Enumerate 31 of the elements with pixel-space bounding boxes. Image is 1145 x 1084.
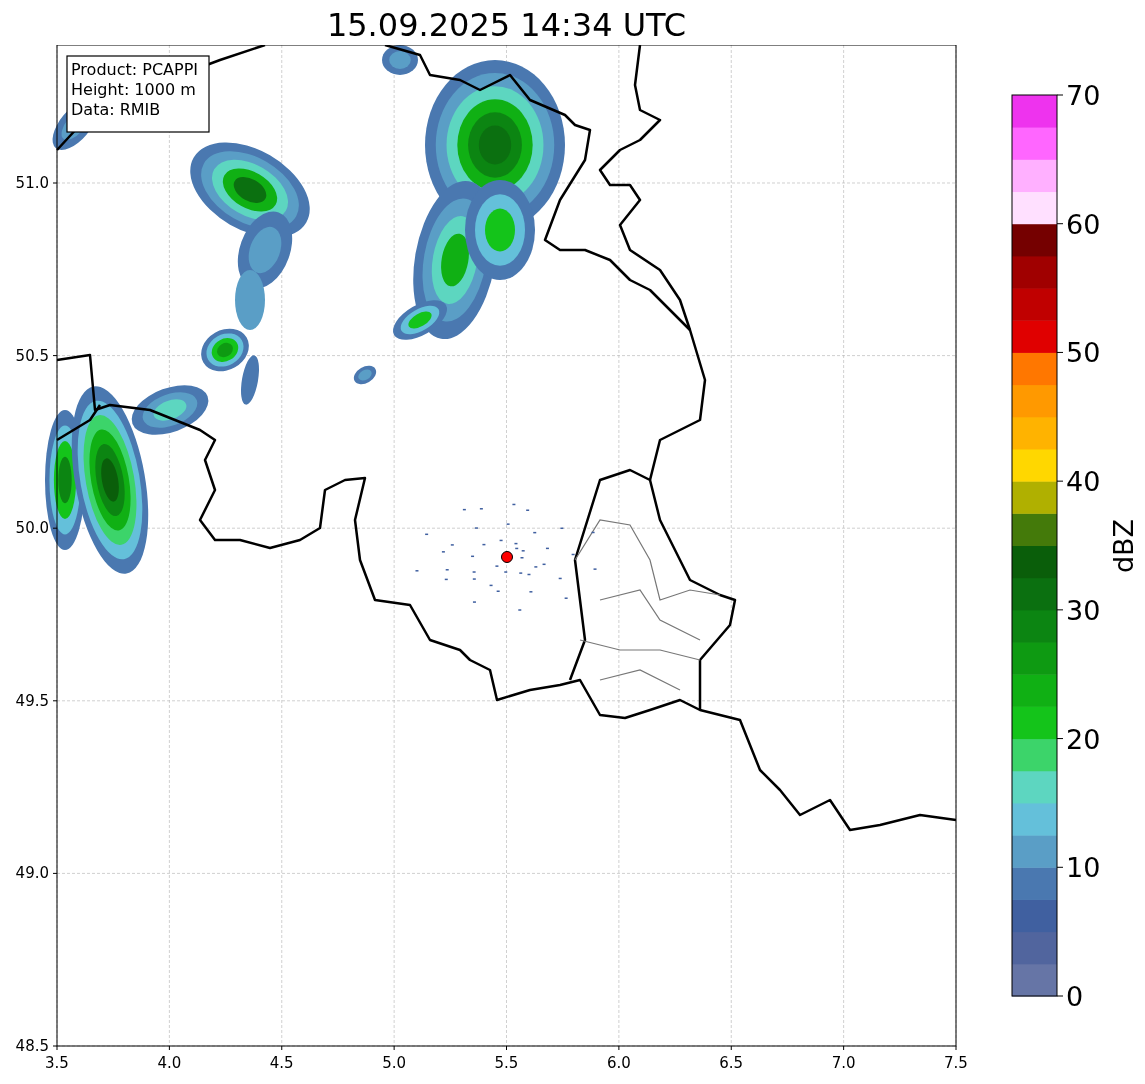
y-tick-label: 48.5 xyxy=(15,1037,49,1055)
chart-title: 15.09.2025 14:34 UTC xyxy=(325,5,688,45)
info-text: Data: RMIB xyxy=(71,100,161,119)
colorbar-tick-label: 20 xyxy=(1066,723,1101,755)
colorbar-label: dBZ xyxy=(1108,518,1139,574)
info-text: Product: PCAPPI xyxy=(71,60,198,79)
precipitation-echo xyxy=(382,45,418,75)
colorbar-tick-label: 30 xyxy=(1066,594,1101,626)
y-tick-label: 50.5 xyxy=(15,346,49,365)
x-tick-label: 5.5 xyxy=(494,1054,519,1072)
precipitation-echo xyxy=(353,365,377,385)
radar-site-marker xyxy=(501,551,513,563)
y-tick-label: 51.0 xyxy=(15,174,49,192)
x-tick-label: 4.0 xyxy=(157,1054,182,1072)
colorbar-tick-label: 60 xyxy=(1066,208,1101,240)
x-tick-label: 5.0 xyxy=(382,1054,407,1072)
colorbar-tick-label: 50 xyxy=(1066,337,1101,369)
colorbar-tick-label: 10 xyxy=(1066,852,1101,884)
x-tick-label: 7.5 xyxy=(944,1054,968,1072)
y-tick-label: 49.0 xyxy=(15,864,49,883)
colorbar-tick-label: 70 xyxy=(1066,80,1101,111)
x-tick-label: 7.0 xyxy=(831,1054,856,1072)
x-tick-label: 3.5 xyxy=(45,1054,69,1072)
x-tick-label: 6.0 xyxy=(606,1054,631,1072)
y-tick-label: 49.5 xyxy=(15,691,49,710)
colorbar-tick-label: 0 xyxy=(1066,981,1084,1012)
info-text: Height: 1000 m xyxy=(71,80,196,99)
x-tick-label: 4.5 xyxy=(269,1054,294,1072)
x-tick-label: 6.5 xyxy=(719,1054,744,1072)
y-tick-label: 50.0 xyxy=(15,519,49,538)
colorbar-tick-label: 40 xyxy=(1066,466,1101,498)
